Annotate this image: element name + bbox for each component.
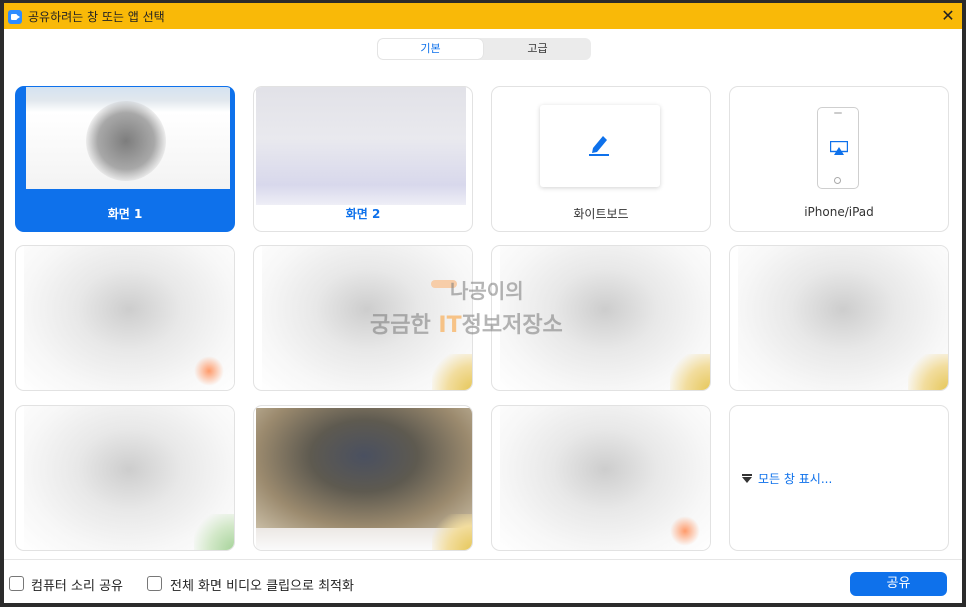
tile-window[interactable] [491, 245, 711, 391]
app-icon-blurred [194, 356, 224, 386]
tile-window[interactable] [491, 405, 711, 551]
show-all-label: 모든 창 표시... [758, 472, 833, 486]
optimize-video-checkbox[interactable] [147, 576, 162, 591]
home-button-icon [834, 177, 841, 184]
expand-down-icon [742, 474, 752, 484]
whiteboard-preview [540, 105, 660, 187]
tab-bar: 기본 고급 [377, 38, 591, 60]
screen-1-thumbnail [26, 87, 230, 189]
tab-advanced[interactable]: 고급 [485, 39, 590, 59]
tile-iphone-ipad[interactable]: iPhone/iPad [729, 86, 949, 232]
tab-basic[interactable]: 기본 [378, 39, 483, 59]
tile-screen-2[interactable]: 화면 2 [253, 86, 473, 232]
tile-window[interactable] [253, 405, 473, 551]
tile-whiteboard[interactable]: 화이트보드 [491, 86, 711, 232]
tile-window[interactable] [15, 405, 235, 551]
share-button[interactable]: 공유 [850, 572, 947, 596]
window-title: 공유하려는 창 또는 앱 선택 [28, 10, 165, 24]
tile-screen-1[interactable]: 화면 1 [15, 86, 235, 232]
window-thumbnail [256, 408, 472, 528]
tile-label: 화면 1 [107, 207, 143, 221]
bottom-bar: 컴퓨터 소리 공유 전체 화면 비디오 클립으로 최적화 공유 [4, 559, 962, 604]
screen-2-thumbnail [256, 87, 466, 205]
optimize-video-label: 전체 화면 비디오 클립으로 최적화 [170, 579, 354, 594]
tile-window[interactable] [729, 245, 949, 391]
share-computer-sound-label: 컴퓨터 소리 공유 [31, 579, 123, 594]
app-icon-blurred [432, 354, 472, 390]
tile-window[interactable] [253, 245, 473, 391]
tile-label: 화이트보드 [573, 207, 629, 221]
tile-label: iPhone/iPad [804, 205, 874, 219]
app-icon-blurred [908, 354, 948, 390]
app-icon-blurred [670, 516, 700, 546]
app-icon-blurred [432, 514, 472, 550]
app-icon-blurred [670, 354, 710, 390]
app-icon-blurred [194, 514, 234, 550]
tile-show-all-windows[interactable]: 모든 창 표시... [729, 405, 949, 551]
tile-label: 화면 2 [345, 207, 381, 221]
zoom-app-icon [8, 10, 22, 24]
pencil-icon [589, 136, 609, 156]
close-icon[interactable]: ✕ [938, 6, 958, 26]
share-dialog: 공유하려는 창 또는 앱 선택 ✕ 기본 고급 화면 1 화면 2 화이트보드 [0, 0, 966, 607]
phone-icon [817, 107, 859, 189]
title-bar: 공유하려는 창 또는 앱 선택 ✕ [4, 3, 962, 29]
show-all-windows-link[interactable]: 모든 창 표시... [742, 470, 832, 487]
share-computer-sound-checkbox[interactable] [9, 576, 24, 591]
airplay-icon [830, 141, 848, 155]
tile-window[interactable] [15, 245, 235, 391]
